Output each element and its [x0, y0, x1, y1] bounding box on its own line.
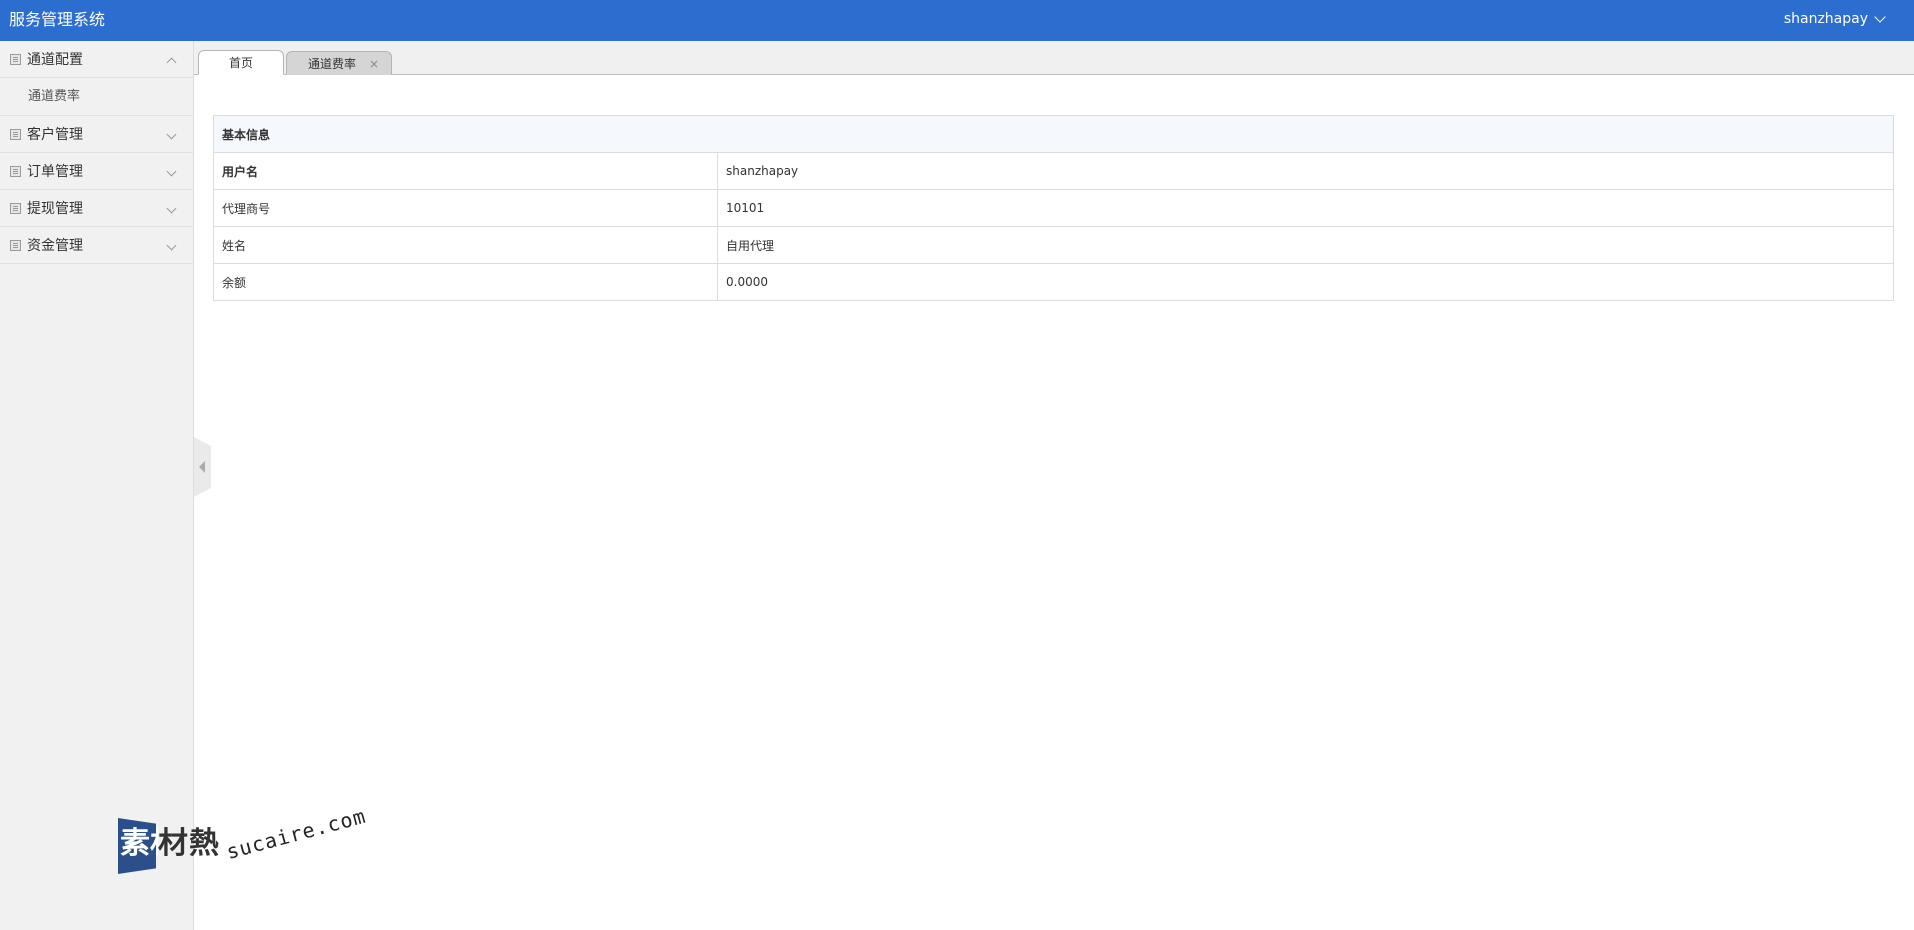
sidebar-group-label: 提现管理: [27, 201, 83, 217]
sidebar-group-label: 客户管理: [27, 127, 83, 143]
menu-icon: [10, 53, 21, 65]
basic-info-table: 基本信息 用户名 shanzhapay 代理商号 10101 姓名 自用代理 余…: [213, 115, 1894, 301]
sidebar-group-label: 资金管理: [27, 238, 83, 254]
sidebar-group-label: 通道配置: [27, 52, 83, 68]
sidebar-item-channel-rate[interactable]: 通道费率: [0, 78, 193, 116]
tab-channel-rate[interactable]: 通道费率 ×: [286, 51, 392, 75]
sidebar-group-label: 订单管理: [27, 164, 83, 180]
sidebar-group-funds[interactable]: 资金管理: [0, 227, 193, 264]
watermark-brand-tail: 素材熱: [156, 826, 220, 861]
menu-icon: [10, 165, 21, 177]
collapse-left-icon[interactable]: [199, 461, 205, 473]
watermark-brand: 素材熱: [120, 826, 158, 861]
table-row: 余额 0.0000: [213, 263, 1894, 301]
table-header-row: 基本信息: [213, 115, 1894, 153]
row-value: 自用代理: [717, 226, 1894, 264]
row-key: 代理商号: [213, 189, 718, 227]
sidebar: 通道配置 通道费率 客户管理 订单管理 提现管理 资金管理: [0, 41, 194, 930]
menu-icon: [10, 202, 21, 214]
chevron-down-icon: [166, 203, 177, 214]
row-key: 用户名: [213, 152, 718, 190]
close-icon[interactable]: ×: [369, 52, 379, 76]
row-value: 10101: [717, 189, 1894, 227]
menu-icon: [10, 239, 21, 251]
top-header: 服务管理系统 shanzhapay: [0, 0, 1914, 41]
chevron-down-icon[interactable]: [1874, 11, 1886, 23]
app-title: 服务管理系统: [9, 10, 106, 29]
tab-label: 首页: [228, 56, 253, 70]
user-menu[interactable]: shanzhapay: [1784, 0, 1886, 39]
sidebar-group-orders[interactable]: 订单管理: [0, 153, 193, 190]
menu-icon: [10, 128, 21, 140]
tab-home[interactable]: 首页: [198, 50, 284, 75]
sidebar-group-channel-config[interactable]: 通道配置: [0, 41, 193, 78]
username[interactable]: shanzhapay: [1784, 0, 1868, 39]
sidebar-collapse-handle[interactable]: [194, 437, 211, 497]
chevron-down-icon: [166, 166, 177, 177]
watermark-brand-rest: 素材熱: [156, 824, 220, 864]
row-value: 0.0000: [717, 263, 1894, 301]
row-key: 姓名: [213, 226, 718, 264]
table-row: 用户名 shanzhapay: [213, 152, 1894, 190]
sidebar-group-withdraw[interactable]: 提现管理: [0, 190, 193, 227]
tab-label: 通道费率: [307, 57, 356, 71]
row-key: 余额: [213, 263, 718, 301]
watermark-url: sucaire.com: [223, 803, 369, 864]
chevron-down-icon: [166, 240, 177, 251]
basic-info-panel: 基本信息 用户名 shanzhapay 代理商号 10101 姓名 自用代理 余…: [213, 115, 1894, 301]
chevron-up-icon: [166, 57, 177, 68]
watermark-logo: 素材熱 素材熱 sucaire.com: [118, 804, 369, 898]
table-heading: 基本信息: [213, 115, 1894, 153]
table-row: 代理商号 10101: [213, 189, 1894, 227]
table-row: 姓名 自用代理: [213, 226, 1894, 264]
row-value: shanzhapay: [717, 152, 1894, 190]
chevron-down-icon: [166, 129, 177, 140]
sidebar-group-customer[interactable]: 客户管理: [0, 116, 193, 153]
tab-bar: 首页 通道费率 ×: [194, 41, 1914, 75]
